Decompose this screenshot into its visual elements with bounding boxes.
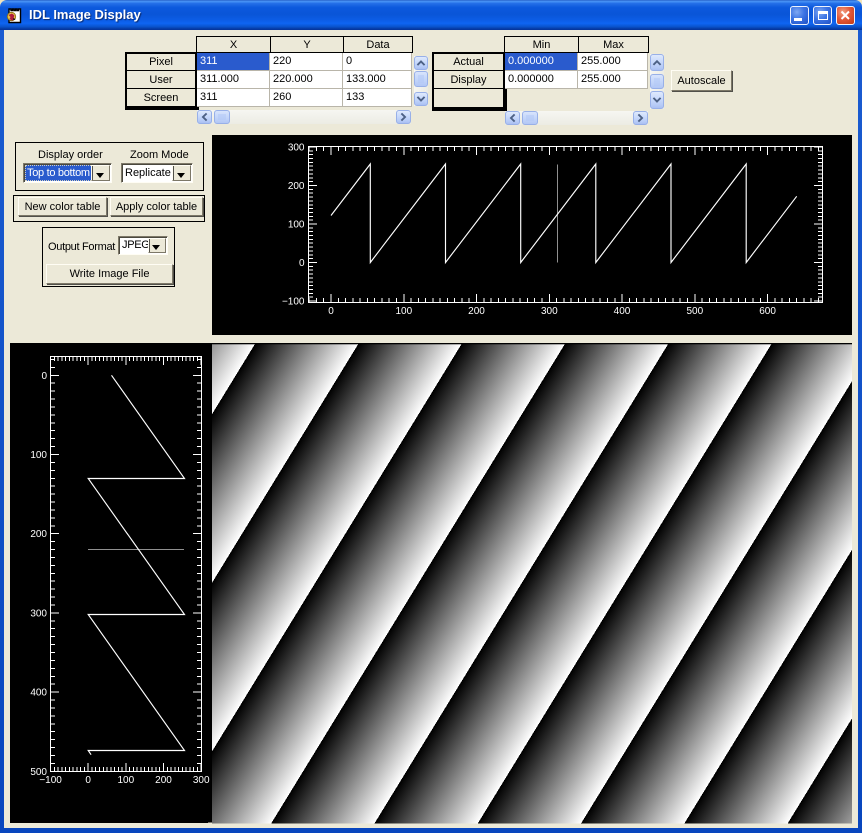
svg-text:300: 300	[288, 142, 305, 153]
svg-text:100: 100	[117, 775, 134, 786]
svg-text:−100: −100	[282, 296, 305, 307]
svg-text:−100: −100	[39, 775, 62, 786]
svg-text:0: 0	[41, 371, 47, 382]
svg-text:600: 600	[759, 306, 776, 317]
svg-text:0: 0	[85, 775, 91, 786]
svg-text:300: 300	[30, 608, 47, 619]
svg-text:200: 200	[468, 306, 485, 317]
svg-text:0: 0	[328, 306, 334, 317]
svg-text:200: 200	[30, 529, 47, 540]
svg-text:0: 0	[299, 258, 305, 269]
svg-text:200: 200	[288, 181, 305, 192]
svg-text:300: 300	[541, 306, 558, 317]
svg-text:400: 400	[30, 688, 47, 699]
svg-text:100: 100	[30, 450, 47, 461]
svg-text:300: 300	[192, 775, 209, 786]
svg-text:100: 100	[288, 219, 305, 230]
svg-text:500: 500	[686, 306, 703, 317]
svg-text:400: 400	[614, 306, 631, 317]
svg-text:100: 100	[395, 306, 412, 317]
svg-text:200: 200	[155, 775, 172, 786]
